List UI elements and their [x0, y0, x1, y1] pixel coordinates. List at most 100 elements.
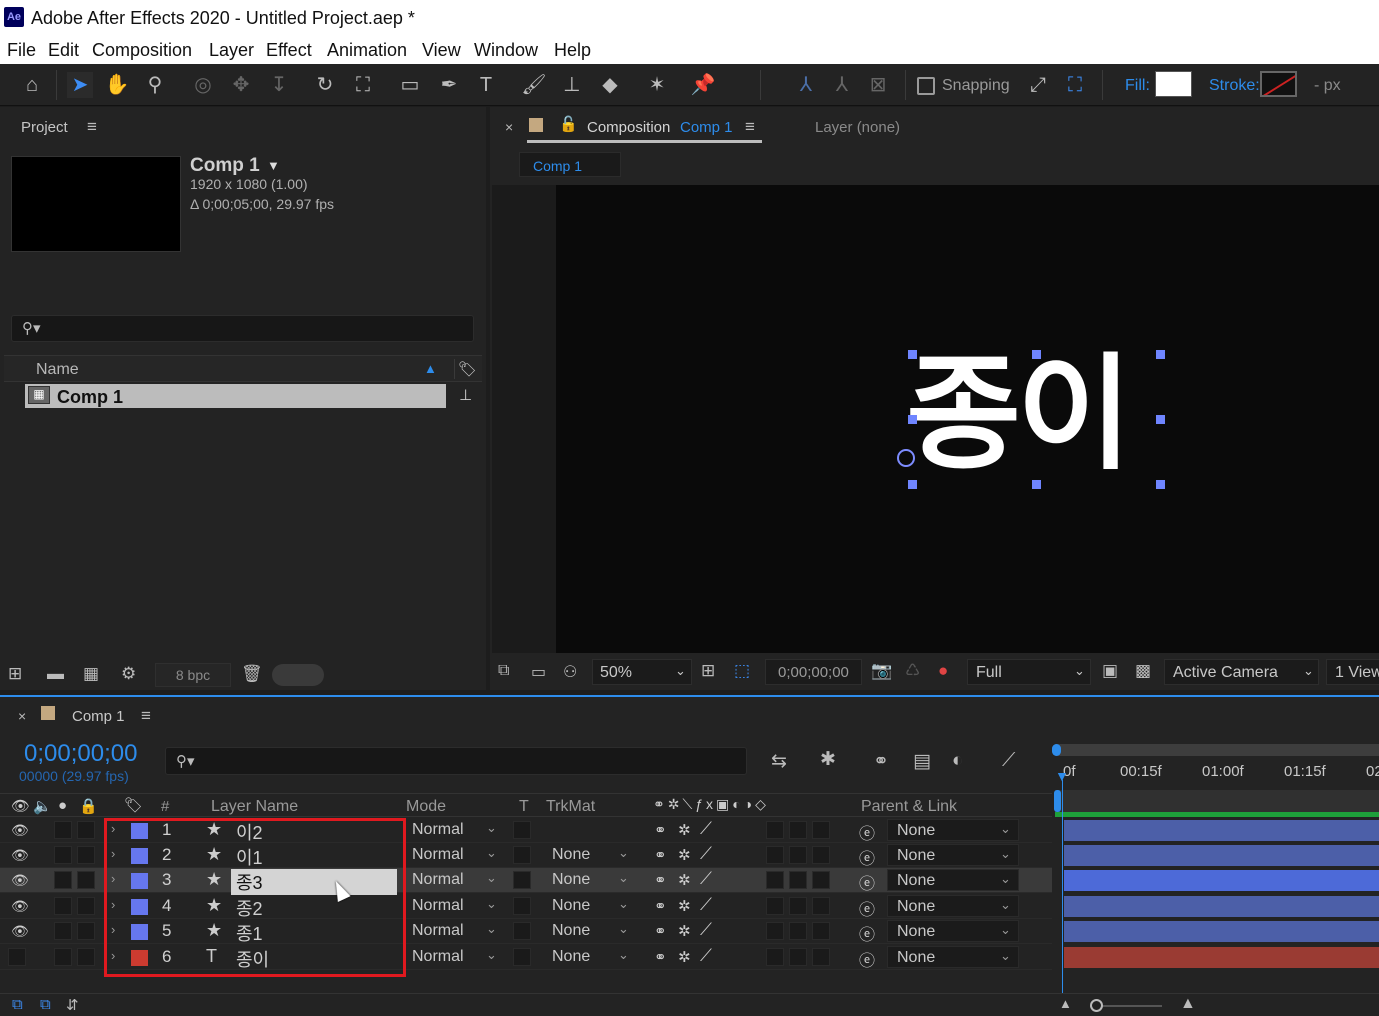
- bbox-handle[interactable]: [1032, 350, 1041, 359]
- bbox-handle[interactable]: [908, 350, 917, 359]
- shy-switch-icon[interactable]: ⚭: [654, 922, 667, 940]
- orbit-camera-icon[interactable]: ◎: [190, 72, 216, 98]
- quality-switch-icon[interactable]: ⟋: [700, 895, 712, 915]
- motion-blur-switch[interactable]: [766, 922, 784, 940]
- chevron-down-icon[interactable]: ⌄: [486, 896, 497, 912]
- view-axis-icon[interactable]: ⊠: [865, 72, 891, 98]
- mask-visibility-icon[interactable]: ⚇: [563, 662, 577, 682]
- eraser-tool-icon[interactable]: ◆: [597, 72, 623, 98]
- blend-mode-value[interactable]: Normal: [412, 821, 464, 839]
- motion-blur-switch[interactable]: [766, 821, 784, 839]
- snap-features-icon[interactable]: ⛶: [1062, 72, 1088, 98]
- lock-switch[interactable]: [77, 846, 95, 864]
- flowchart-icon[interactable]: ⊥: [459, 386, 472, 404]
- chevron-down-icon[interactable]: ⌄: [486, 845, 497, 861]
- lock-switch[interactable]: [77, 922, 95, 940]
- track-matte-value[interactable]: None: [552, 948, 590, 966]
- dolly-camera-icon[interactable]: ↧: [266, 72, 292, 98]
- puppet-pin-icon[interactable]: 📌: [690, 72, 716, 98]
- label-tag-icon[interactable]: 🏷: [458, 360, 477, 378]
- brush-tool-icon[interactable]: 🖌: [521, 72, 547, 98]
- adjustment-switch[interactable]: [789, 922, 807, 940]
- anchor-point-icon[interactable]: [897, 449, 915, 467]
- visibility-switch[interactable]: [8, 948, 26, 966]
- solo-icon[interactable]: ●: [58, 797, 67, 814]
- close-comp-panel-icon[interactable]: ×: [505, 119, 513, 135]
- name-column-header[interactable]: Name: [36, 361, 79, 379]
- trash-icon[interactable]: 🗑: [241, 664, 263, 684]
- sort-ascending-icon[interactable]: ▲: [424, 361, 437, 376]
- track-matte-value[interactable]: None: [552, 846, 590, 864]
- solo-switch[interactable]: [54, 897, 72, 915]
- pick-whip-icon[interactable]: ⓔ: [859, 947, 875, 971]
- show-snapshot-icon[interactable]: ♺: [905, 661, 920, 681]
- work-area-bar[interactable]: [1055, 744, 1379, 756]
- shy-switch-icon[interactable]: ⚭: [654, 897, 667, 915]
- motion-blur-switch[interactable]: [766, 846, 784, 864]
- hand-tool-icon[interactable]: ✋: [104, 72, 130, 98]
- layer-duration-bar[interactable]: [1064, 820, 1379, 841]
- solo-switch[interactable]: [54, 821, 72, 839]
- lock-switch[interactable]: [77, 948, 95, 966]
- track-matte-value[interactable]: None: [552, 871, 590, 889]
- fill-swatch[interactable]: [1155, 71, 1192, 97]
- motion-blur-switch[interactable]: [766, 871, 784, 889]
- motion-blur-switch[interactable]: [766, 897, 784, 915]
- blend-mode-value[interactable]: Normal: [412, 871, 464, 889]
- menu-edit[interactable]: Edit: [48, 40, 79, 61]
- track-matte-value[interactable]: None: [552, 897, 590, 915]
- eye-icon[interactable]: 👁: [11, 847, 29, 864]
- collapse-switch-icon[interactable]: ✲: [678, 821, 691, 839]
- menu-window[interactable]: Window: [474, 40, 538, 61]
- layer-switches-toggle-icon[interactable]: ⧉: [12, 996, 23, 1013]
- timeline-search-input[interactable]: ⚲▾: [165, 747, 747, 775]
- preserve-transparency-switch[interactable]: [513, 821, 531, 839]
- roto-brush-icon[interactable]: ✶: [644, 72, 670, 98]
- quality-switch-icon[interactable]: ⟋: [700, 946, 712, 966]
- blend-mode-value[interactable]: Normal: [412, 948, 464, 966]
- quality-switch-icon[interactable]: ⟋: [700, 920, 712, 940]
- layer-name-header[interactable]: Layer Name: [211, 798, 298, 816]
- layer-duration-bar[interactable]: [1064, 921, 1379, 942]
- region-of-interest-icon[interactable]: ⬚: [734, 661, 750, 681]
- in-out-toggle-icon[interactable]: ⇵: [66, 996, 79, 1014]
- menu-help[interactable]: Help: [554, 40, 591, 61]
- chevron-down-icon[interactable]: ⌄: [618, 845, 629, 861]
- motion-blur-icon[interactable]: ◐: [952, 750, 963, 772]
- chevron-down-icon[interactable]: ⌄: [618, 947, 629, 963]
- adjustment-switch[interactable]: [789, 948, 807, 966]
- 3d-layer-switch[interactable]: [812, 897, 830, 915]
- rotation-tool-icon[interactable]: ↻: [312, 72, 338, 98]
- comp-tab-prefix[interactable]: Composition: [587, 119, 670, 136]
- rectangle-tool-icon[interactable]: ▭: [397, 72, 423, 98]
- eye-icon[interactable]: 👁: [11, 797, 30, 815]
- project-panel-title[interactable]: Project: [21, 119, 68, 136]
- panel-menu-icon[interactable]: ≡: [87, 117, 97, 137]
- parent-dropdown[interactable]: None ⌄: [887, 920, 1019, 942]
- snap-edges-icon[interactable]: ⤢: [1025, 72, 1051, 98]
- menu-effect[interactable]: Effect: [266, 40, 312, 61]
- chevron-down-icon[interactable]: ⌄: [486, 820, 497, 836]
- blend-mode-value[interactable]: Normal: [412, 846, 464, 864]
- transparency-grid-icon[interactable]: ▩: [1135, 661, 1151, 681]
- 3d-layer-switch[interactable]: [812, 846, 830, 864]
- frame-blending-icon[interactable]: ▤: [913, 750, 931, 773]
- label-tag-icon[interactable]: 🏷: [124, 796, 143, 814]
- collapse-switch-icon[interactable]: ✲: [678, 871, 691, 889]
- zoom-tool-icon[interactable]: ⚲: [142, 72, 168, 98]
- home-icon[interactable]: ⌂: [19, 72, 45, 98]
- preserve-transparency-switch[interactable]: [513, 948, 531, 966]
- parent-dropdown[interactable]: None ⌄: [887, 946, 1019, 968]
- bbox-handle[interactable]: [1156, 415, 1165, 424]
- pan-behind-tool-icon[interactable]: ⛶: [350, 72, 376, 98]
- local-axis-icon[interactable]: ⅄: [793, 72, 819, 98]
- preserve-transparency-switch[interactable]: [513, 922, 531, 940]
- close-timeline-icon[interactable]: ×: [18, 708, 26, 724]
- shy-switch-icon[interactable]: ⚭: [654, 948, 667, 966]
- parent-dropdown[interactable]: None ⌄: [887, 819, 1019, 841]
- timeline-panel-menu-icon[interactable]: ≡: [141, 706, 151, 726]
- eye-icon[interactable]: 👁: [11, 822, 29, 839]
- grid-guides-icon[interactable]: ⊞: [701, 661, 715, 681]
- comp-viewer-canvas[interactable]: 종이: [556, 185, 1379, 653]
- project-search-input[interactable]: ⚲▾: [11, 315, 474, 342]
